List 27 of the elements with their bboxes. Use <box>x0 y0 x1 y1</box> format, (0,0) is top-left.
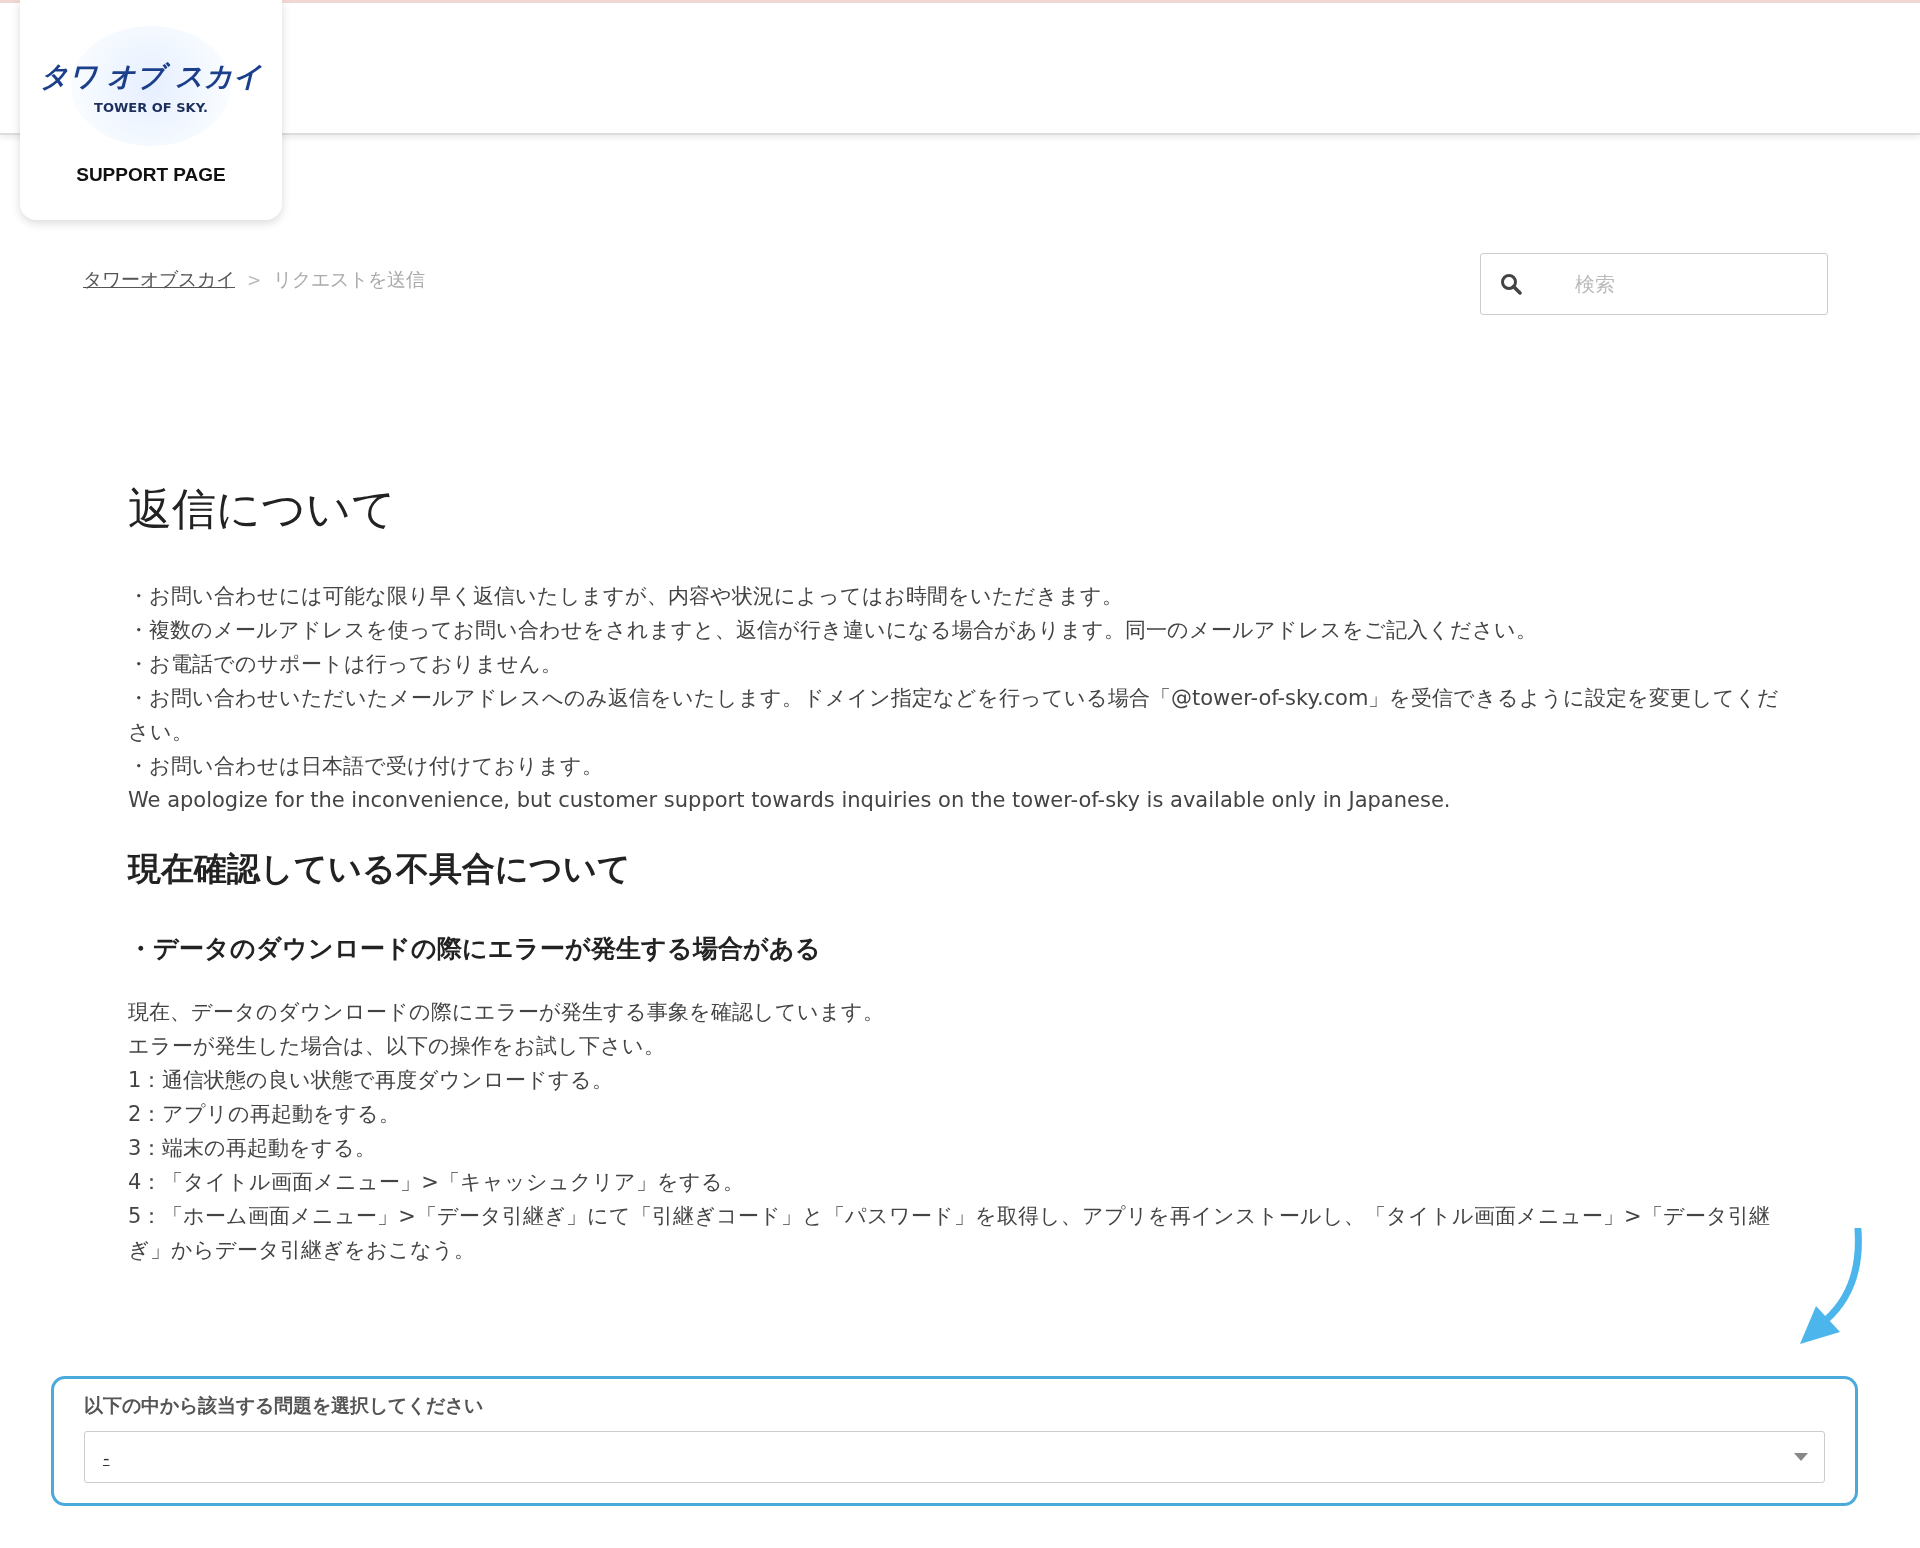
paragraph-line: 現在、データのダウンロードの際にエラーが発生する事象を確認しています。 <box>128 999 885 1026</box>
logo-title: タワ オブ スカイ <box>39 58 263 95</box>
logo-card[interactable]: タワ オブ スカイ TOWER OF SKY. SUPPORT PAGE <box>20 0 282 220</box>
paragraph-line: 1：通信状態の良い状態で再度ダウンロードする。 <box>128 1067 615 1094</box>
section-heading: 返信について <box>128 482 397 536</box>
paragraph-line: ・お問い合わせは日本語で受け付けております。 <box>128 753 604 780</box>
paragraph-line: We apologize for the inconvenience, but customer support towards inquiries on the tower-of-sky is available only in Japanese. <box>128 787 1452 814</box>
paragraph-line: ・お電話でのサポートは行っておりません。 <box>128 651 563 678</box>
paragraph-line: 4：「タイトル画面メニュー」>「キャッシュクリア」をする。 <box>128 1169 745 1196</box>
issue-heading: ・データのダウンロードの際にエラーが発生する場合がある <box>128 933 822 965</box>
paragraph-line: ・お問い合わせいただいたメールアドレスへのみ返信をいたします。ドメイン指定などを行っている場合「@tower-of-sky.com」を受信できるように設定を変更してください。 <box>128 685 1780 746</box>
search-field[interactable]: 検索 <box>1480 253 1828 315</box>
breadcrumb-link[interactable]: タワーオブスカイ <box>83 267 235 293</box>
breadcrumb-current: リクエストを送信 <box>273 267 426 292</box>
field-label: 以下の中から該当する問題を選択してください <box>84 1393 484 1418</box>
paragraph-line: 3：端末の再起動をする。 <box>128 1135 378 1162</box>
issue-select[interactable]: - <box>84 1431 1825 1483</box>
paragraph-line: ・複数のメールアドレスを使ってお問い合わせをされますと、返信が行き違いになる場合があります。同一のメールアドレスをご記入ください。 <box>128 617 1538 644</box>
breadcrumb-separator: > <box>247 270 262 290</box>
paragraph-line: ・お問い合わせには可能な限り早く返信いたしますが、内容や状況によってはお時間をいただきます。 <box>128 583 1124 610</box>
paragraph-line: 2：アプリの再起動をする。 <box>128 1101 402 1128</box>
section-heading: 現在確認している不具合について <box>128 848 632 890</box>
site-label: SUPPORT PAGE <box>76 164 226 186</box>
logo-subtitle: TOWER OF SKY. <box>94 99 208 115</box>
paragraph-line: 5：「ホーム画面メニュー」>「データ引継ぎ」にて「引継ぎコード」と「パスワード」を取得し、アプリを再インストールし、「タイトル画面メニュー」>「データ引継ぎ」からデータ引継ぎをおこなう。 <box>128 1203 1771 1264</box>
paragraph-line: エラーが発生した場合は、以下の操作をお試し下さい。 <box>128 1033 666 1060</box>
caret-icon <box>1794 1453 1808 1461</box>
